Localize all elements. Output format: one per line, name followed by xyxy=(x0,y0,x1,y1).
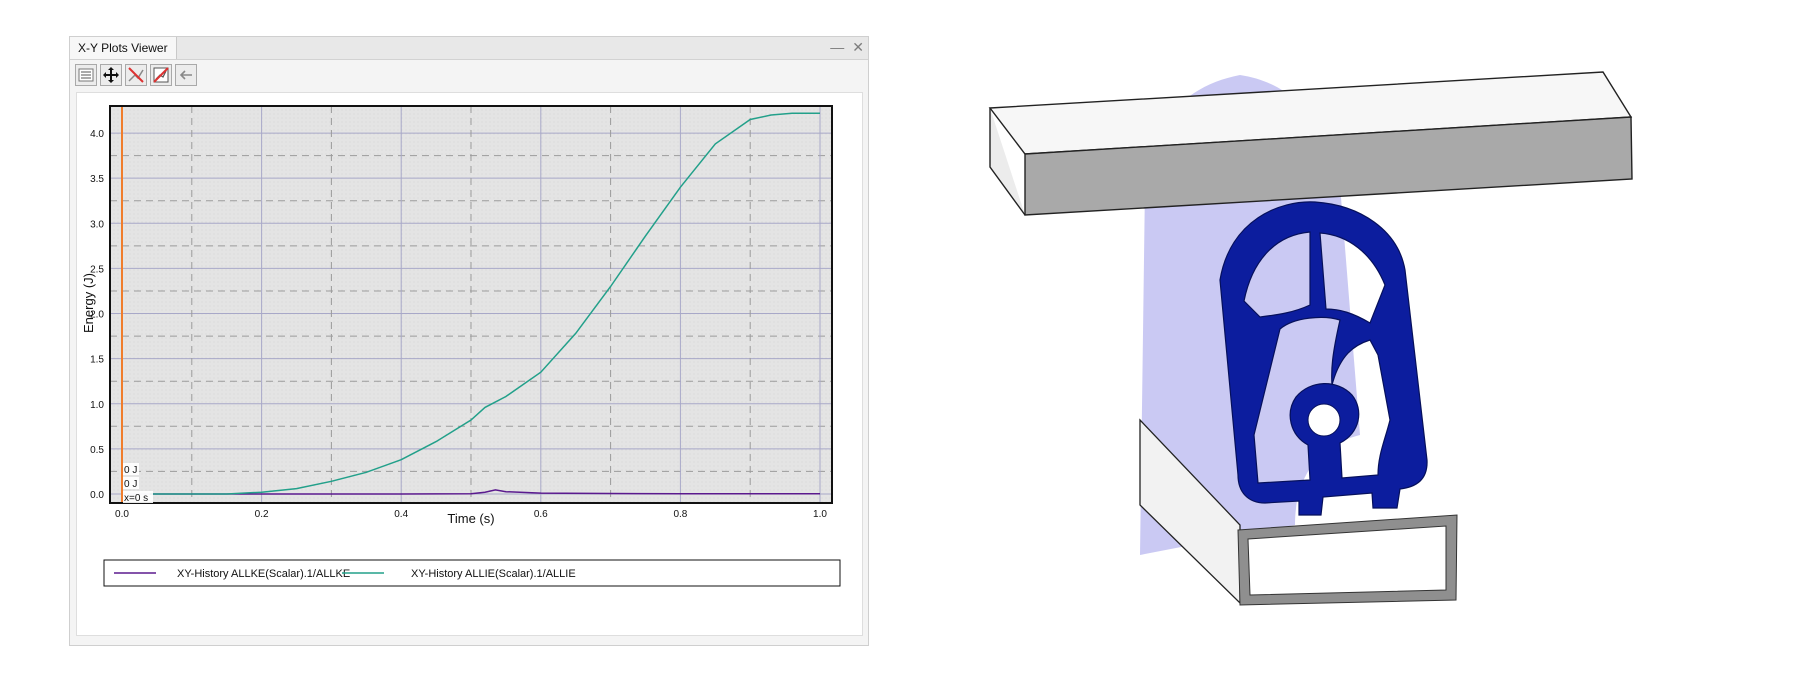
legend-toggle-icon xyxy=(78,68,94,82)
pan-move-button[interactable] xyxy=(100,64,122,86)
x-tick-label: 0.4 xyxy=(394,509,408,520)
x-tick-label: 0.0 xyxy=(115,509,129,520)
minimize-icon[interactable]: — xyxy=(830,39,844,55)
3d-model-view xyxy=(980,55,1660,615)
legend-toggle-button[interactable] xyxy=(75,64,97,86)
y-tick-label: 4.0 xyxy=(90,129,104,140)
plot-toolbar xyxy=(75,64,197,88)
y-axis-label: Energy (J) xyxy=(81,273,96,333)
y-tick-label: 0.0 xyxy=(90,490,104,501)
seal-ring xyxy=(1307,403,1341,437)
x-tick-label: 0.8 xyxy=(673,509,687,520)
pan-move-icon xyxy=(103,67,119,83)
bottom-channel-profile xyxy=(1237,514,1458,606)
xy-plots-viewer-window: X-Y Plots Viewer — ✕ 0.0 0.2 0.4 0.6 0.8… xyxy=(69,36,869,646)
cursor-label-allie: 0 J xyxy=(124,479,137,490)
chart-legend: XY-History ALLKE(Scalar).1/ALLKE XY-Hist… xyxy=(103,559,841,587)
delete-curve-icon xyxy=(153,67,169,83)
close-icon[interactable]: ✕ xyxy=(852,39,864,55)
legend-label-allie[interactable]: XY-History ALLIE(Scalar).1/ALLIE xyxy=(411,568,576,580)
y-tick-label: 0.5 xyxy=(90,445,104,456)
x-axis-label: Time (s) xyxy=(447,511,494,526)
tab-xy-plots-viewer[interactable]: X-Y Plots Viewer xyxy=(70,37,177,59)
plot-panel: 0.0 0.2 0.4 0.6 0.8 1.0 0.0 0.5 1.0 1.5 2.0 2.5 3.0… xyxy=(76,92,863,636)
y-tick-label: 1.5 xyxy=(90,355,104,366)
seal-profile-figure xyxy=(988,71,1633,606)
x-tick-label: 1.0 xyxy=(813,509,827,520)
y-tick-label: 3.5 xyxy=(90,174,104,185)
cursor-label-allke: 0 J xyxy=(124,465,137,476)
y-tick-label: 3.0 xyxy=(90,219,104,230)
legend-label-allke[interactable]: XY-History ALLKE(Scalar).1/ALLKE xyxy=(177,568,350,580)
y-tick-label: 1.0 xyxy=(90,400,104,411)
clear-plot-button[interactable] xyxy=(125,64,147,86)
delete-curve-button[interactable] xyxy=(150,64,172,86)
back-button[interactable] xyxy=(175,64,197,86)
energy-time-chart: 0.0 0.2 0.4 0.6 0.8 1.0 0.00.51.01.52.02.53.0… xyxy=(81,105,841,587)
x-tick-label: 0.2 xyxy=(255,509,269,520)
window-titlebar: X-Y Plots Viewer — ✕ xyxy=(70,37,868,60)
cursor-label-time: x=0 s xyxy=(124,493,148,504)
back-arrow-icon xyxy=(179,70,192,80)
clear-plot-icon xyxy=(128,67,144,83)
window-controls: — ✕ xyxy=(830,39,864,55)
x-tick-label: 0.6 xyxy=(534,509,548,520)
